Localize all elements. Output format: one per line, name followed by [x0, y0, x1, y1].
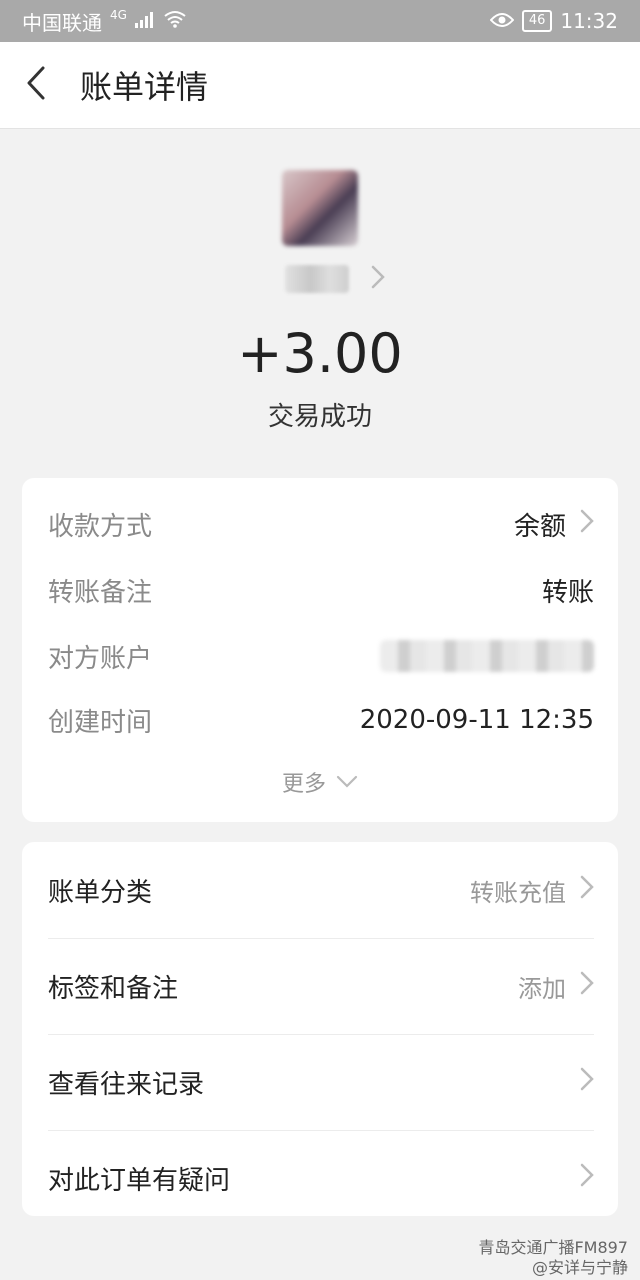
- order-question-label: 对此订单有疑问: [48, 1165, 231, 1196]
- watermark-line1: 青岛交通广播FM897: [478, 1238, 628, 1257]
- more-label: 更多: [281, 772, 326, 797]
- wifi-icon: [163, 9, 187, 33]
- watermark: 青岛交通广播FM897 @安详与宁静: [478, 1238, 628, 1278]
- status-bar: 中国联通 4G 46 11:32: [0, 0, 640, 42]
- transfer-note-value: 转账: [541, 577, 594, 608]
- chevron-right-icon: [580, 1066, 594, 1098]
- chevron-right-icon: [580, 970, 594, 1002]
- transfer-note-label: 转账备注: [48, 577, 153, 608]
- more-button[interactable]: 更多: [22, 766, 618, 798]
- watermark-line2: @安详与宁静: [531, 1258, 628, 1277]
- counterparty-account-row: 对方账户: [48, 638, 594, 674]
- transfer-note-row: 转账备注 转账: [48, 572, 594, 608]
- payment-method-row[interactable]: 收款方式 余额: [48, 506, 594, 542]
- view-history-row[interactable]: 查看往来记录: [48, 1034, 594, 1131]
- eye-icon: [489, 9, 515, 33]
- created-time-value: 2020-09-11 12:35: [359, 705, 594, 735]
- nav-bar: 账单详情: [0, 42, 640, 129]
- tags-notes-row[interactable]: 标签和备注 添加: [48, 938, 594, 1035]
- view-history-label: 查看往来记录: [48, 1069, 205, 1100]
- counterparty-account-label: 对方账户: [48, 643, 153, 674]
- tags-notes-value: 添加: [518, 974, 566, 1003]
- transaction-amount: +3.00: [237, 322, 403, 385]
- page-title: 账单详情: [80, 68, 209, 106]
- chevron-down-icon: [336, 770, 358, 795]
- details-card: 收款方式 余额 转账备注 转账 对方账户 创建时间 2020-09-11 12:…: [22, 478, 618, 822]
- bill-category-label: 账单分类: [48, 877, 153, 908]
- transaction-status: 交易成功: [267, 402, 372, 432]
- chevron-right-icon: [371, 264, 385, 294]
- clock-text: 11:32: [560, 9, 618, 33]
- actions-card: 账单分类 转账充值 标签和备注 添加 查看往来记录 对此订单有疑问: [22, 842, 618, 1216]
- network-type: 4G: [110, 8, 127, 22]
- created-time-label: 创建时间: [48, 707, 153, 738]
- signal-icon: [134, 9, 155, 33]
- avatar: [282, 170, 358, 246]
- battery-indicator: 46: [521, 10, 553, 32]
- order-question-row[interactable]: 对此订单有疑问: [48, 1130, 594, 1226]
- tags-notes-label: 标签和备注: [48, 973, 179, 1004]
- counterparty-profile[interactable]: [0, 170, 640, 294]
- payment-method-value: 余额: [513, 511, 566, 542]
- chevron-right-icon: [580, 1162, 594, 1194]
- counterparty-account-blurred: [380, 640, 594, 672]
- counterparty-name-blurred: [285, 265, 349, 293]
- bill-category-value: 转账充值: [470, 878, 566, 907]
- created-time-row: 创建时间 2020-09-11 12:35: [48, 702, 594, 738]
- chevron-right-icon: [580, 874, 594, 906]
- chevron-right-icon: [580, 508, 594, 541]
- bill-category-row[interactable]: 账单分类 转账充值: [48, 842, 594, 939]
- payment-method-label: 收款方式: [48, 511, 153, 542]
- carrier-text: 中国联通: [22, 10, 102, 35]
- back-button[interactable]: [0, 42, 72, 128]
- chevron-left-icon: [25, 65, 47, 105]
